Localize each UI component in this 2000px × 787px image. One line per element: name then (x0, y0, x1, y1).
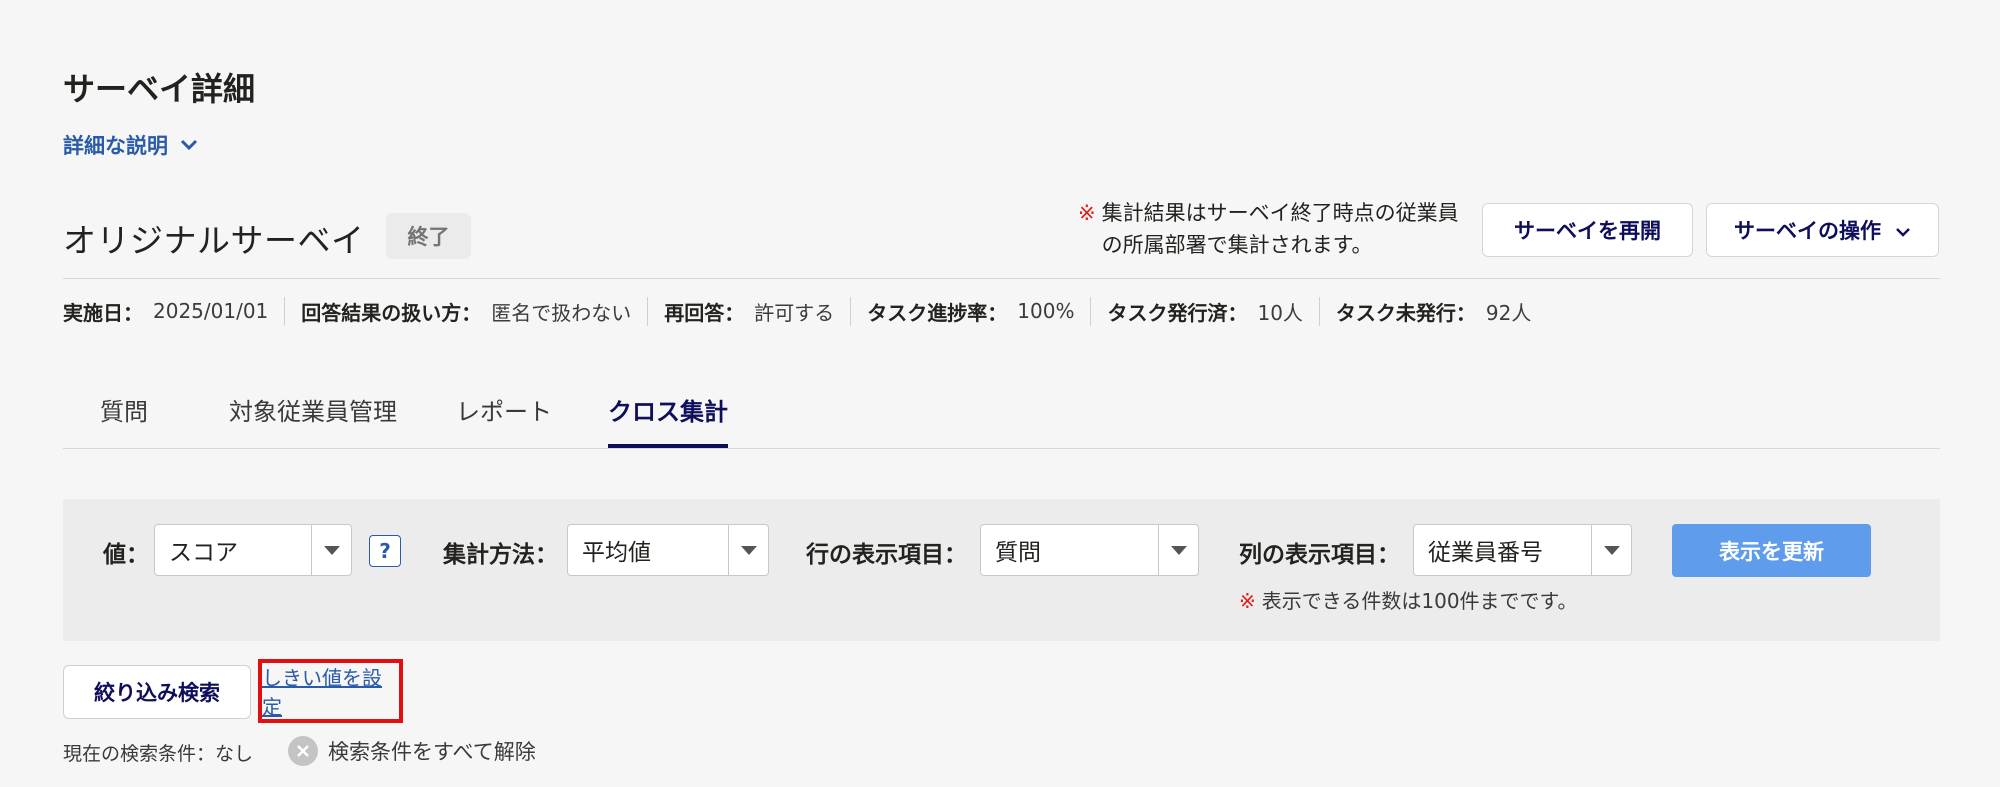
column-selected: 従業員番号 (1428, 540, 1543, 566)
tab-bar: 質問 対象従業員管理 レポート クロス集計 (63, 380, 1940, 449)
meta-reanswer: 再回答： 許可する (647, 296, 850, 326)
clear-all-label: 検索条件をすべて解除 (328, 740, 536, 764)
meta-value: 10人 (1257, 300, 1303, 325)
column-label: 列の表示項目： (1239, 542, 1400, 568)
row-label: 行の表示項目： (806, 542, 967, 568)
clear-icon (288, 736, 318, 766)
tab-target-employees[interactable]: 対象従業員管理 (229, 380, 397, 448)
description-toggle-label: 詳細な説明 (63, 134, 168, 158)
value-selected: スコア (169, 540, 238, 566)
meta-progress: タスク進捗率： 100% (850, 296, 1090, 326)
chevron-down-icon (1895, 218, 1911, 242)
limit-mark: ※ (1239, 589, 1256, 613)
tab-report[interactable]: レポート (456, 380, 552, 448)
help-icon[interactable]: ? (369, 535, 401, 567)
meta-label: 再回答： (664, 300, 745, 325)
survey-name: オリジナルサーベイ (63, 221, 365, 260)
method-select[interactable]: 平均値 (567, 524, 769, 576)
meta-value: 2025/01/01 (153, 299, 269, 323)
meta-label: タスク未発行： (1335, 300, 1476, 325)
meta-unissued: タスク未発行： 92人 (1318, 296, 1547, 326)
survey-operations-label: サーベイの操作 (1734, 219, 1881, 243)
narrow-search-button[interactable]: 絞り込み検索 (63, 665, 251, 719)
clear-all-conditions[interactable]: 検索条件をすべて解除 (288, 736, 536, 766)
meta-value: 92人 (1485, 300, 1532, 325)
value-label: 値： (103, 542, 149, 568)
caret-down-icon (1158, 525, 1198, 575)
row-selected: 質問 (995, 540, 1041, 566)
value-select[interactable]: スコア (154, 524, 352, 576)
meta-label: 実施日： (63, 300, 143, 325)
meta-label: タスク進捗率： (867, 300, 1008, 325)
meta-issued: タスク発行済： 10人 (1090, 296, 1318, 326)
caret-down-icon (1591, 525, 1631, 575)
method-selected: 平均値 (582, 540, 651, 566)
aggregation-notice: ※ 集計結果はサーベイ終了時点の従業員の所属部署で集計されます。 (1078, 197, 1478, 261)
survey-operations-button[interactable]: サーベイの操作 (1706, 203, 1939, 257)
meta-value: 匿名で扱わない (491, 300, 632, 325)
update-display-button[interactable]: 表示を更新 (1672, 524, 1871, 577)
notice-text: 集計結果はサーベイ終了時点の従業員の所属部署で集計されます。 (1101, 201, 1459, 257)
set-threshold-link[interactable]: しきい値を設定 (258, 659, 403, 723)
meta-label: タスク発行済： (1107, 300, 1248, 325)
meta-label: 回答結果の扱い方： (301, 300, 482, 325)
tab-cross-tabulation[interactable]: クロス集計 (608, 380, 728, 448)
header-divider (63, 278, 1940, 279)
set-threshold-label: しきい値を設定 (262, 666, 382, 719)
chevron-down-icon (180, 139, 198, 151)
meta-date: 実施日： 2025/01/01 (63, 297, 284, 326)
limit-text: 表示できる件数は100件までです。 (1261, 589, 1578, 613)
description-toggle[interactable]: 詳細な説明 (63, 130, 198, 160)
row-select[interactable]: 質問 (980, 524, 1199, 576)
display-limit-note: ※ 表示できる件数は100件までです。 (1239, 585, 1578, 614)
meta-anonymity: 回答結果の扱い方： 匿名で扱わない (284, 296, 647, 326)
filter-panel: 値： スコア ? 集計方法： 平均値 行の表示項目： 質問 列の表示項目： 従業… (63, 499, 1940, 641)
current-search-condition: 現在の検索条件：なし (63, 743, 254, 765)
caret-down-icon (728, 525, 768, 575)
survey-meta-row: 実施日： 2025/01/01 回答結果の扱い方： 匿名で扱わない 再回答： 許… (63, 296, 1547, 326)
reopen-survey-label: サーベイを再開 (1514, 219, 1661, 243)
column-select[interactable]: 従業員番号 (1413, 524, 1632, 576)
page-title: サーベイ詳細 (63, 70, 256, 108)
meta-value: 許可する (754, 300, 835, 325)
method-label: 集計方法： (443, 542, 558, 568)
tab-questions[interactable]: 質問 (100, 380, 148, 448)
reopen-survey-button[interactable]: サーベイを再開 (1482, 203, 1693, 257)
status-badge: 終了 (386, 213, 471, 259)
meta-value: 100% (1017, 299, 1075, 323)
caret-down-icon (311, 525, 351, 575)
notice-mark: ※ (1078, 201, 1096, 225)
